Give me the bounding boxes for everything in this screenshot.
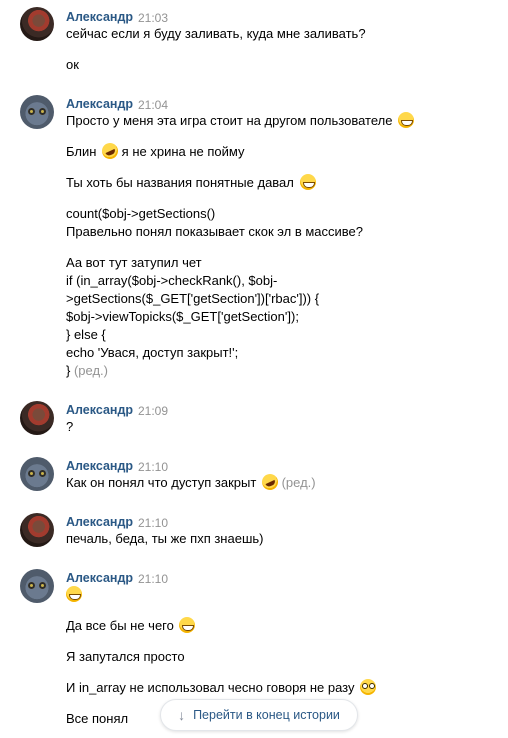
- message-text: } (ред.): [66, 362, 108, 380]
- grin-emoji-icon: [66, 586, 82, 602]
- message-text-content: Да все бы не чего: [66, 618, 174, 633]
- message-time[interactable]: 21:09: [138, 404, 168, 418]
- message-text-content: Блин: [66, 144, 97, 159]
- message-text: >getSections($_GET['getSection'])['rbac'…: [66, 291, 320, 306]
- avatar[interactable]: [20, 7, 54, 41]
- grin-emoji-icon: [398, 112, 415, 128]
- avatar[interactable]: [20, 569, 54, 603]
- message-text: Ты хоть бы названия понятные давал: [66, 174, 316, 192]
- avatar[interactable]: [20, 401, 54, 435]
- message-time[interactable]: 21:03: [138, 11, 168, 25]
- message-text: } else {: [66, 327, 106, 342]
- message-text: Да все бы не чего: [66, 617, 196, 635]
- message-text: И in_array не использовал чесно говоря н…: [66, 679, 377, 697]
- message-text: Все понял: [66, 711, 129, 726]
- message-text-content: Ты хоть бы названия понятные давал: [66, 175, 294, 190]
- author-name[interactable]: Александр: [66, 10, 133, 24]
- message-text-content: Как он понял что дуступ закрыт: [66, 475, 257, 490]
- message-text: Блин я не хрина не пойму: [66, 140, 245, 162]
- author-name[interactable]: Александр: [66, 403, 133, 417]
- message-text: Как он понял что дуступ закрыт (ред.): [66, 471, 316, 493]
- message-text: ?: [66, 419, 74, 434]
- message-text-content: И in_array не использовал чесно говоря н…: [66, 680, 355, 695]
- arrow-down-icon: ↓: [178, 707, 186, 723]
- message-text-content: }: [66, 363, 71, 378]
- message-time[interactable]: 21:10: [138, 460, 168, 474]
- author-name[interactable]: Александр: [66, 97, 133, 111]
- message-time[interactable]: 21:10: [138, 572, 168, 586]
- message-text: Просто у меня эта игра стоит на другом п…: [66, 112, 415, 130]
- message-text-content: я не хрина не пойму: [121, 144, 245, 159]
- jump-to-end-label: Перейти в конец истории: [193, 708, 340, 722]
- edited-label[interactable]: (ред.): [282, 475, 316, 490]
- avatar[interactable]: [20, 95, 54, 129]
- author-name[interactable]: Александр: [66, 515, 133, 529]
- edited-label[interactable]: (ред.): [74, 363, 108, 378]
- message-time[interactable]: 21:10: [138, 516, 168, 530]
- grin-emoji-icon: [179, 617, 196, 633]
- message-text: Я запутался просто: [66, 649, 185, 664]
- rofl-emoji-icon: [99, 140, 121, 162]
- message-text: $obj->viewTopicks($_GET['getSection']);: [66, 309, 299, 324]
- avatar[interactable]: [20, 513, 54, 547]
- rofl-emoji-icon: [259, 471, 281, 493]
- author-name[interactable]: Александр: [66, 459, 133, 473]
- message-text-content: Просто у меня эта игра стоит на другом п…: [66, 113, 393, 128]
- message-time[interactable]: 21:04: [138, 98, 168, 112]
- message-text: Аа вот тут затупил чет: [66, 255, 202, 270]
- message-text: echo 'Увася, доступ закрыт!';: [66, 345, 239, 360]
- message-text: ок: [66, 57, 79, 72]
- author-name[interactable]: Александр: [66, 571, 133, 585]
- message-text: [66, 586, 82, 604]
- grin-emoji-icon: [299, 174, 316, 190]
- message-text: count($obj->getSections(): [66, 206, 216, 221]
- jump-to-end-button[interactable]: ↓ Перейти в конец истории: [160, 699, 358, 731]
- message-text: печаль, беда, ты же пхп знаешь): [66, 531, 264, 546]
- flushed-emoji-icon: [360, 679, 377, 695]
- avatar[interactable]: [20, 457, 54, 491]
- message-text: if (in_array($obj->checkRank(), $obj-: [66, 273, 278, 288]
- message-text: сейчас если я буду заливать, куда мне за…: [66, 26, 366, 41]
- message-text: Правельно понял показывает скок эл в мас…: [66, 224, 363, 239]
